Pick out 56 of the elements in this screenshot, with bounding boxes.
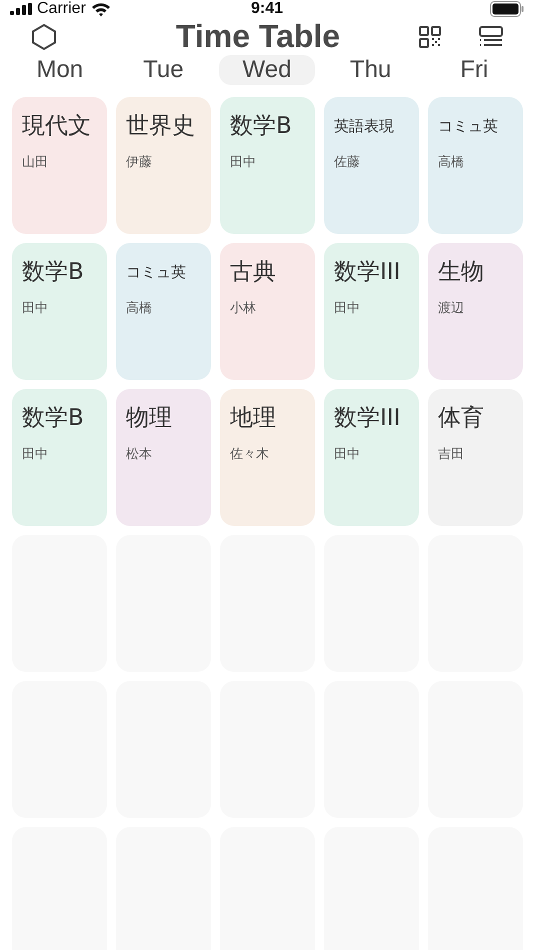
teacher-name: 山田 (22, 154, 49, 171)
subject-name: コミュ英 (126, 262, 187, 283)
subject-name: 数学B (22, 404, 85, 433)
subject-name: 数学III (334, 404, 402, 433)
class-card[interactable]: 数学B 田中 (220, 97, 315, 234)
class-card[interactable]: コミュ英 高橋 (116, 243, 211, 380)
teacher-name: 吉田 (438, 446, 465, 463)
subject-name: 世界史 (126, 112, 196, 141)
teacher-name: 高橋 (438, 154, 465, 171)
page-title: Time Table (174, 18, 342, 55)
teacher-name: 佐々木 (230, 446, 270, 463)
class-card[interactable]: 数学III 田中 (324, 389, 419, 526)
class-card[interactable]: 生物 渡辺 (428, 243, 523, 380)
subject-name: 物理 (126, 404, 173, 433)
subject-name: 地理 (230, 404, 277, 433)
teacher-name: 田中 (230, 154, 257, 171)
class-card[interactable]: 体育 吉田 (428, 389, 523, 526)
subject-name: 現代文 (22, 112, 92, 141)
day-tab[interactable]: Tue (116, 55, 212, 85)
class-card[interactable]: 物理 松本 (116, 389, 211, 526)
class-card[interactable]: 英語表現 佐藤 (324, 97, 419, 234)
subject-name: 生物 (438, 258, 485, 287)
carrier-name: Carrier (37, 0, 86, 18)
subject-name: 数学III (334, 258, 402, 287)
teacher-name: 田中 (334, 300, 361, 317)
teacher-name: 小林 (230, 300, 257, 317)
status-time: 9:41 (250, 0, 284, 18)
subject-name: 数学B (230, 112, 293, 141)
day-tab[interactable]: Wed (219, 55, 315, 85)
class-card[interactable]: 古典 小林 (220, 243, 315, 380)
teacher-name: 伊藤 (126, 154, 153, 171)
teacher-name: 佐藤 (334, 154, 361, 171)
class-card[interactable]: 現代文 山田 (12, 97, 107, 234)
day-tab[interactable]: Thu (322, 55, 418, 85)
subject-name: 古典 (230, 258, 277, 287)
teacher-name: 田中 (22, 300, 49, 317)
teacher-name: 田中 (22, 446, 49, 463)
subject-name: 体育 (438, 404, 485, 433)
signal-icon (10, 3, 32, 15)
teacher-name: 田中 (334, 446, 361, 463)
subject-name: コミュ英 (438, 116, 499, 137)
teacher-name: 渡辺 (438, 300, 465, 317)
subject-name: 英語表現 (334, 116, 395, 137)
battery-icon (490, 1, 524, 17)
teacher-name: 松本 (126, 446, 153, 463)
wifi-icon (90, 2, 111, 16)
class-card[interactable]: コミュ英 高橋 (428, 97, 523, 234)
class-card[interactable]: 数学B 田中 (12, 243, 107, 380)
class-card[interactable]: 世界史 伊藤 (116, 97, 211, 234)
day-tab[interactable]: Mon (12, 55, 108, 85)
class-card[interactable]: 数学B 田中 (12, 389, 107, 526)
day-tab[interactable]: Fri (426, 55, 522, 85)
subject-name: 数学B (22, 258, 85, 287)
class-card[interactable]: 地理 佐々木 (220, 389, 315, 526)
teacher-name: 高橋 (126, 300, 153, 317)
class-card[interactable]: 数学III 田中 (324, 243, 419, 380)
